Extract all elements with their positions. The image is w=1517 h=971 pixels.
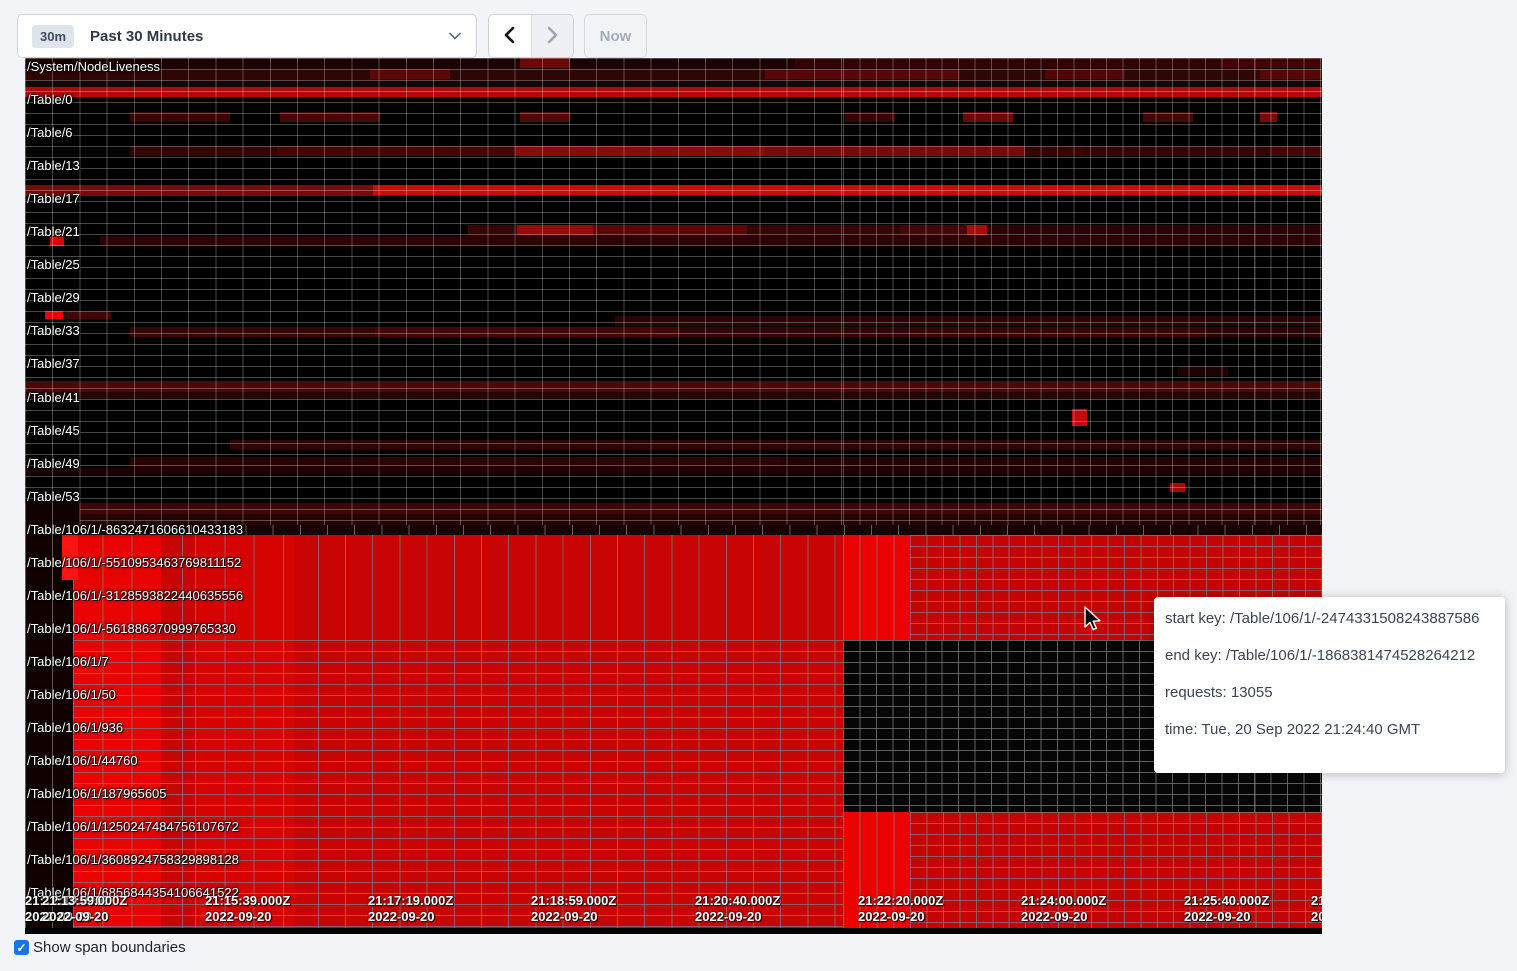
heatmap-cell [845, 112, 895, 122]
tooltip-time: time: Tue, 20 Sep 2022 21:24:40 GMT [1165, 722, 1494, 738]
heatmap-region [73, 640, 161, 928]
time-range-label: Past 30 Minutes [90, 28, 203, 45]
heatmap-cell [963, 112, 1013, 122]
heatmap-cell [50, 236, 64, 246]
next-time-button[interactable] [531, 15, 573, 57]
time-nav-group [488, 14, 574, 58]
chevron-down-icon [448, 29, 462, 43]
heatmap-cell [45, 311, 63, 319]
heatmap-band [25, 87, 1322, 97]
heatmap-cell [1220, 58, 1322, 68]
show-span-boundaries-label[interactable]: Show span boundaries [33, 939, 186, 956]
cell-tooltip: start key: /Table/106/1/-247433150824388… [1154, 597, 1505, 773]
heatmap-region [195, 640, 295, 928]
prev-time-button[interactable] [489, 15, 531, 57]
heatmap-cell [65, 311, 111, 319]
heatmap-cell [987, 225, 1322, 235]
heatmap-region [73, 640, 843, 928]
heatmap-region [910, 812, 1322, 928]
heatmap-cell [895, 146, 912, 156]
heatmap-cell [230, 440, 1322, 450]
heatmap-cell [1178, 366, 1228, 376]
toolbar: 30m Past 30 Minutes Now [0, 0, 1517, 58]
heatmap-cell [1143, 112, 1193, 122]
time-range-select[interactable]: 30m Past 30 Minutes [17, 14, 477, 58]
key-visualizer-canvas[interactable]: /System/NodeLiveness/Table/0/Table/6/Tab… [25, 58, 1322, 928]
heatmap-band [80, 503, 1322, 514]
heatmap-cell [100, 236, 1322, 246]
heatmap-cell [280, 112, 380, 122]
heatmap-cell [1170, 483, 1185, 492]
heatmap-cell [765, 69, 960, 79]
chevron-right-icon [544, 26, 560, 47]
heatmap-band [25, 80, 1322, 87]
heatmap-cell [1045, 69, 1125, 79]
heatmap-cell [1065, 146, 1082, 156]
footer: Show span boundaries [14, 939, 186, 956]
now-button[interactable]: Now [584, 14, 647, 58]
heatmap-cell [1270, 146, 1322, 156]
heatmap-region [843, 812, 910, 928]
heatmap-cell [780, 457, 1322, 467]
heatmap-cell [370, 69, 450, 79]
heatmap-region [55, 525, 1322, 535]
heatmap-band [25, 69, 1322, 80]
heatmap-region [73, 535, 843, 640]
heatmap-band [25, 392, 1322, 399]
heatmap-cell [1260, 112, 1277, 122]
heatmap-cell [1208, 327, 1322, 337]
tooltip-end-key: end key: /Table/106/1/-18683814745282642… [1165, 648, 1494, 664]
heatmap-band [25, 381, 1322, 392]
heatmap-cell [130, 112, 230, 122]
heatmap-band [25, 468, 1322, 475]
heatmap-cell [1309, 327, 1322, 337]
heatmap-cell [520, 112, 570, 122]
heatmap-layers [25, 58, 1322, 928]
tooltip-start-key: start key: /Table/106/1/-247433150824388… [1165, 611, 1494, 627]
heatmap-cell [373, 185, 1322, 195]
show-span-boundaries-checkbox[interactable] [14, 940, 29, 955]
heatmap-cell [1260, 69, 1322, 79]
heatmap-region [73, 535, 161, 640]
heatmap-region [195, 535, 295, 640]
chevron-left-icon [502, 26, 518, 47]
time-range-badge: 30m [32, 25, 74, 48]
heatmap-cell [1072, 409, 1087, 426]
heatmap-region [843, 535, 910, 640]
heatmap-band [25, 514, 1322, 525]
tooltip-requests: requests: 13055 [1165, 685, 1494, 701]
chart-bottom-border [25, 928, 1322, 934]
heatmap-cell [1113, 316, 1322, 326]
heatmap-cell [520, 58, 570, 68]
heatmap-region [62, 535, 78, 580]
